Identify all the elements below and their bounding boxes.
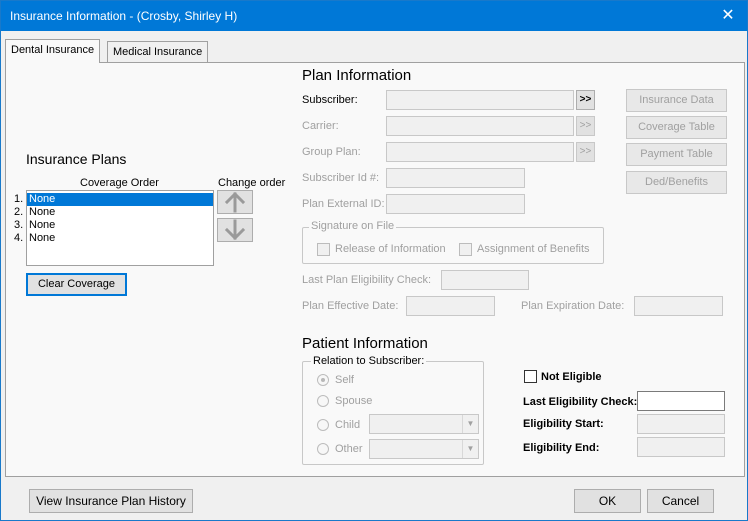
plan-expiration-date-label: Plan Expiration Date:	[521, 300, 625, 312]
cancel-button[interactable]: Cancel	[647, 489, 714, 513]
plan-information-heading: Plan Information	[302, 67, 412, 84]
insurance-plans-heading: Insurance Plans	[26, 151, 127, 167]
last-eligibility-check-field[interactable]	[637, 391, 725, 411]
plan-expiration-date-field[interactable]	[634, 296, 723, 316]
insurance-information-window: Insurance Information - (Crosby, Shirley…	[0, 0, 748, 521]
carrier-label: Carrier:	[302, 120, 339, 132]
last-plan-eligibility-field[interactable]	[441, 270, 529, 290]
tab-dental-insurance[interactable]: Dental Insurance	[5, 39, 101, 63]
relation-to-subscriber-title: Relation to Subscriber:	[311, 355, 427, 367]
chevron-down-icon: ▼	[462, 415, 478, 433]
insurance-data-button[interactable]: Insurance Data	[626, 89, 727, 112]
self-radio[interactable]	[317, 374, 329, 386]
carrier-field[interactable]	[386, 116, 574, 136]
not-eligible-checkbox[interactable]	[524, 370, 537, 383]
eligibility-end-field[interactable]	[637, 437, 725, 457]
change-order-label: Change order	[218, 177, 286, 189]
list-item[interactable]: None	[27, 232, 213, 245]
signature-on-file-title: Signature on File	[309, 220, 397, 232]
title-bar: Insurance Information - (Crosby, Shirley…	[1, 1, 747, 31]
carrier-select-button[interactable]: >>	[576, 116, 595, 136]
coverage-order-list[interactable]: None None None None	[26, 190, 214, 266]
subscriber-id-label: Subscriber Id #:	[302, 172, 380, 184]
coverage-order-label: Coverage Order	[80, 177, 159, 189]
clear-coverage-button[interactable]: Clear Coverage	[26, 273, 127, 296]
plan-external-id-field[interactable]	[386, 194, 525, 214]
list-item[interactable]: None	[27, 193, 213, 206]
close-icon[interactable]: ✕	[709, 1, 747, 31]
coverage-table-button[interactable]: Coverage Table	[626, 116, 727, 139]
other-select[interactable]: ▼	[369, 439, 479, 459]
release-of-information-label: Release of Information	[335, 243, 446, 255]
eligibility-start-label: Eligibility Start:	[523, 418, 604, 430]
eligibility-start-field[interactable]	[637, 414, 725, 434]
ok-button[interactable]: OK	[574, 489, 641, 513]
arrow-down-icon	[224, 219, 246, 241]
coverage-number: 4.	[14, 232, 24, 244]
spouse-radio[interactable]	[317, 395, 329, 407]
coverage-number: 2.	[14, 206, 24, 218]
child-radio[interactable]	[317, 419, 329, 431]
child-select[interactable]: ▼	[369, 414, 479, 434]
eligibility-end-label: Eligibility End:	[523, 442, 600, 454]
plan-effective-date-label: Plan Effective Date:	[302, 300, 399, 312]
last-plan-eligibility-label: Last Plan Eligibility Check:	[302, 274, 432, 286]
payment-table-button[interactable]: Payment Table	[626, 143, 727, 166]
plan-effective-date-field[interactable]	[406, 296, 495, 316]
subscriber-id-field[interactable]	[386, 168, 525, 188]
relation-to-subscriber-group: Relation to Subscriber: Self Spouse Chil…	[302, 355, 484, 465]
dental-insurance-panel: Insurance Plans Coverage Order Change or…	[5, 62, 745, 477]
window-title: Insurance Information - (Crosby, Shirley…	[10, 9, 238, 23]
subscriber-label: Subscriber:	[302, 94, 358, 106]
list-item[interactable]: None	[27, 219, 213, 232]
signature-on-file-group: Signature on File Release of Information…	[302, 220, 604, 264]
last-eligibility-check-label: Last Eligibility Check:	[523, 396, 638, 408]
tab-medical-insurance[interactable]: Medical Insurance	[107, 41, 209, 63]
other-radio[interactable]	[317, 443, 329, 455]
view-insurance-plan-history-button[interactable]: View Insurance Plan History	[29, 489, 193, 513]
not-eligible-label: Not Eligible	[541, 371, 602, 383]
self-label: Self	[335, 374, 354, 386]
coverage-order-numbers: 1. 2. 3. 4.	[14, 193, 23, 245]
group-plan-select-button[interactable]: >>	[576, 142, 595, 162]
arrow-up-icon	[224, 191, 246, 213]
plan-external-id-label: Plan External ID:	[302, 198, 385, 210]
assignment-of-benefits-label: Assignment of Benefits	[477, 243, 590, 255]
child-label: Child	[335, 419, 361, 431]
release-of-information-checkbox[interactable]	[317, 243, 330, 256]
subscriber-select-button[interactable]: >>	[576, 90, 595, 110]
move-down-button[interactable]	[217, 218, 253, 242]
ded-benefits-button[interactable]: Ded/Benefits	[626, 171, 727, 194]
assignment-of-benefits-checkbox[interactable]	[459, 243, 472, 256]
group-plan-field[interactable]	[386, 142, 574, 162]
patient-information-heading: Patient Information	[302, 335, 428, 352]
other-label: Other	[335, 443, 363, 455]
coverage-number: 3.	[14, 219, 24, 231]
spouse-label: Spouse	[335, 395, 373, 407]
list-item[interactable]: None	[27, 206, 213, 219]
subscriber-field[interactable]	[386, 90, 574, 110]
move-up-button[interactable]	[217, 190, 253, 214]
chevron-down-icon: ▼	[462, 440, 478, 458]
group-plan-label: Group Plan:	[302, 146, 361, 158]
coverage-number: 1.	[14, 193, 24, 205]
